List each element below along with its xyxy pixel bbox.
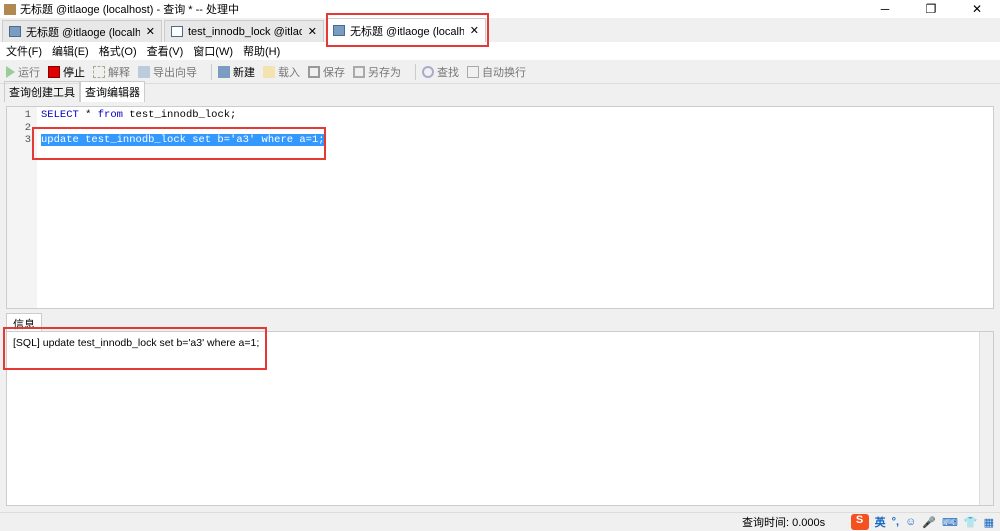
microphone-icon[interactable]: 🎤 [922, 516, 936, 529]
close-button[interactable]: ✕ [954, 2, 1000, 16]
new-query-icon [218, 65, 230, 78]
vertical-scrollbar[interactable] [979, 332, 993, 505]
menu-view[interactable]: 查看(V) [147, 43, 184, 59]
search-icon [422, 65, 434, 78]
grid-icon[interactable]: ▦ [984, 516, 994, 529]
load-label: 载入 [278, 66, 300, 79]
save-icon [308, 65, 320, 78]
highlight-box [3, 327, 267, 370]
save-as-button[interactable]: 另存为 [353, 64, 401, 80]
query-time: 查询时间: 0.000s [742, 517, 826, 529]
run-label: 运行 [18, 66, 40, 79]
load-button[interactable]: 载入 [263, 64, 300, 80]
query-icon [9, 26, 21, 37]
tab-test-innodb-lock[interactable]: test_innodb_lock @itlaog... ✕ [164, 20, 324, 42]
explain-label: 解释 [108, 66, 130, 79]
toolbar: 运行 停止 解释 导出向导 新建 载入 保存 另存为 查找 自动换行 [0, 60, 1000, 84]
document-tabs: 无标题 @itlaoge (localh... ✕ test_innodb_loc… [0, 18, 1000, 42]
punctuation-icon[interactable]: °, [892, 516, 899, 528]
skin-icon[interactable]: 👕 [964, 516, 978, 529]
menu-format[interactable]: 格式(O) [99, 43, 137, 59]
new-label: 新建 [233, 66, 255, 79]
keyword: from [97, 109, 123, 121]
stop-button[interactable]: 停止 [48, 64, 85, 80]
highlight-box [326, 13, 489, 47]
export-icon [138, 65, 150, 78]
stop-icon [48, 65, 60, 78]
play-icon [6, 65, 15, 78]
ime-toolbar: S 英 °, ☺ 🎤 ⌨ 👕 ▦ [850, 514, 1000, 530]
table-icon [171, 26, 183, 37]
line-number: 2 [24, 121, 31, 134]
status-bar: 查询时间: 0.000s S 英 °, ☺ 🎤 ⌨ 👕 ▦ [0, 512, 1000, 531]
wrap-icon [467, 65, 479, 78]
line-number: 3 [24, 134, 31, 146]
keyboard-icon[interactable]: ⌨ [942, 516, 958, 529]
separator [415, 63, 416, 80]
save-label: 保存 [323, 66, 345, 79]
keyword: SELECT [41, 109, 79, 121]
line-number: 1 [24, 109, 31, 121]
menu-edit[interactable]: 编辑(E) [52, 43, 89, 59]
find-label: 查找 [437, 66, 459, 79]
explain-icon [93, 65, 105, 78]
menu-bar: 文件(F) 编辑(E) 格式(O) 查看(V) 窗口(W) 帮助(H) [0, 42, 1000, 60]
tab-query-builder[interactable]: 查询创建工具 [4, 81, 80, 102]
find-button[interactable]: 查找 [422, 64, 459, 80]
tab-query-editor[interactable]: 查询编辑器 [80, 81, 145, 102]
code-text: * [78, 109, 98, 121]
explain-button[interactable]: 解释 [93, 64, 130, 80]
folder-icon [263, 65, 275, 78]
language-toggle[interactable]: 英 [875, 514, 886, 530]
menu-help[interactable]: 帮助(H) [243, 43, 280, 59]
save-as-icon [353, 65, 365, 78]
wrap-label: 自动换行 [482, 66, 526, 79]
menu-file[interactable]: 文件(F) [6, 43, 42, 59]
title-bar: 无标题 @itlaoge (localhost) - 查询 * -- 处理中 ─… [0, 0, 1000, 18]
tab-label: test_innodb_lock @itlaog... [188, 25, 302, 38]
save-as-label: 另存为 [368, 66, 401, 79]
code-text: test_innodb_lock; [122, 109, 237, 121]
app-icon [4, 3, 16, 15]
editor-mode-tabs: 查询创建工具 查询编辑器 [0, 81, 1000, 102]
sogou-logo-icon[interactable]: S [850, 514, 869, 530]
menu-window[interactable]: 窗口(W) [193, 43, 233, 59]
tab-label: 无标题 @itlaoge (localh... [26, 26, 140, 39]
stop-label: 停止 [63, 66, 85, 79]
window-title: 无标题 @itlaoge (localhost) - 查询 * -- 处理中 [20, 4, 239, 16]
close-tab-icon[interactable]: ✕ [146, 25, 155, 38]
highlight-box [32, 127, 326, 160]
run-button[interactable]: 运行 [6, 64, 40, 80]
export-wizard-button[interactable]: 导出向导 [138, 64, 197, 80]
separator [211, 63, 212, 80]
save-button[interactable]: 保存 [308, 64, 345, 80]
code-line-1: SELECT * from test_innodb_lock; [41, 109, 325, 122]
restore-button[interactable]: ❐ [908, 2, 954, 16]
close-tab-icon[interactable]: ✕ [308, 25, 317, 38]
tab-untitled-1[interactable]: 无标题 @itlaoge (localh... ✕ [2, 20, 162, 42]
emoji-icon[interactable]: ☺ [905, 516, 916, 528]
new-button[interactable]: 新建 [218, 64, 255, 80]
word-wrap-button[interactable]: 自动换行 [467, 64, 526, 80]
minimize-button[interactable]: ─ [862, 2, 908, 16]
export-label: 导出向导 [153, 66, 197, 79]
